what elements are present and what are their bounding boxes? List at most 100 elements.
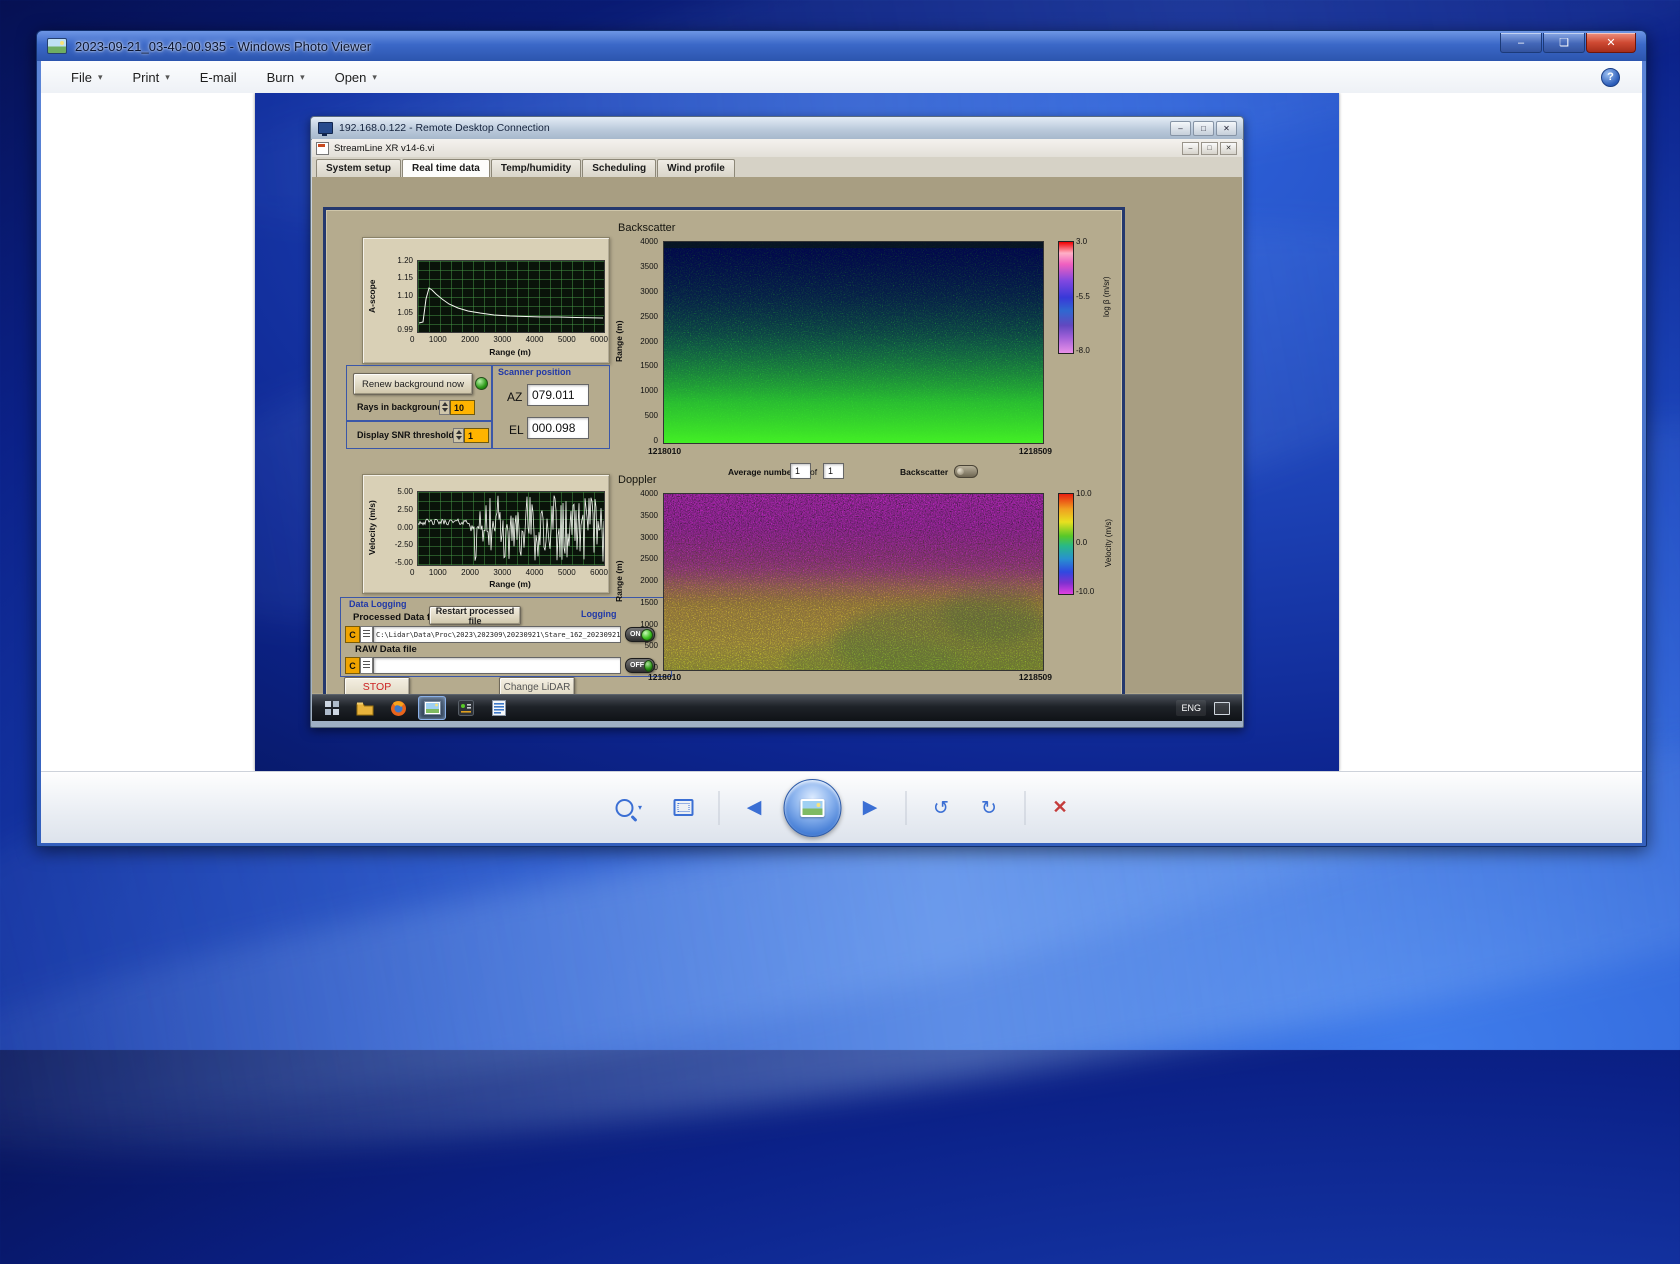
menu-print[interactable]: Print▾	[132, 70, 169, 85]
language-indicator[interactable]: ENG	[1176, 700, 1206, 716]
el-value[interactable]: 000.098	[527, 417, 589, 439]
close-button[interactable]: ✕	[1586, 33, 1636, 53]
doppler-colorbar-label: Velocity (m/s)	[1104, 493, 1113, 593]
raw-drive-box[interactable]: C	[345, 657, 360, 674]
play-slideshow-button[interactable]	[783, 779, 841, 837]
chevron-down-icon: ▾	[372, 72, 377, 83]
rdp-close-button[interactable]: ✕	[1216, 121, 1237, 136]
rdp-maximize-button[interactable]: □	[1193, 121, 1214, 136]
rotate-counterclockwise-button[interactable]: ↺	[922, 792, 960, 824]
backscatter-colorbar-label: log β (m/sr)	[1102, 241, 1111, 352]
rdp-window: 192.168.0.122 - Remote Desktop Connectio…	[310, 116, 1244, 728]
photo-viewer-taskbar-icon[interactable]	[418, 696, 446, 720]
delete-button[interactable]: ✕	[1041, 792, 1079, 824]
toolbar-separator	[1024, 791, 1025, 825]
doppler-y-ticks: 4000 3500 3000 2500 2000 1500 1000 500 0	[626, 489, 658, 672]
rdp-minimize-button[interactable]: –	[1170, 121, 1191, 136]
taskbar-grid-icon[interactable]	[319, 697, 345, 719]
menu-file[interactable]: File▾	[71, 70, 102, 85]
ascope-x-ticks: 0 1000 2000 3000 4000 5000 6000	[410, 335, 608, 344]
processed-path-field[interactable]: C:\Lidar\Data\Proc\2023\202309\20230921\…	[373, 626, 621, 643]
document-app-icon[interactable]	[486, 697, 512, 719]
folder-icon[interactable]	[352, 697, 378, 719]
slideshow-icon	[800, 799, 824, 817]
rays-spinner[interactable]	[439, 400, 450, 415]
average-number-value[interactable]: 1	[790, 463, 811, 479]
az-value[interactable]: 079.011	[527, 384, 589, 406]
snr-value[interactable]: 1	[464, 428, 489, 443]
snr-group: Display SNR threshold 1	[346, 421, 492, 449]
app-minimize-button[interactable]: –	[1182, 142, 1199, 155]
labview-vi-icon	[316, 142, 329, 155]
velocity-x-ticks: 0 1000 2000 3000 4000 5000 6000	[410, 568, 608, 577]
photo-viewer-titlebar[interactable]: 2023-09-21_03-40-00.935 - Windows Photo …	[37, 31, 1646, 61]
average-of-label: of	[810, 467, 817, 477]
photo-viewer-toolbar: ▾ ◀ ▶ ↺ ↻ ✕	[41, 771, 1642, 843]
display-tray-icon[interactable]	[1214, 702, 1230, 715]
chevron-down-icon: ▾	[165, 72, 170, 83]
snr-spinner[interactable]	[453, 428, 464, 443]
doppler-heatmap	[663, 493, 1044, 671]
next-button[interactable]: ▶	[851, 792, 889, 824]
menu-email[interactable]: E-mail	[200, 70, 237, 85]
backscatter-toggle[interactable]	[954, 465, 978, 478]
tab-system-setup[interactable]: System setup	[316, 159, 401, 177]
photo: 192.168.0.122 - Remote Desktop Connectio…	[255, 93, 1339, 771]
minimize-button[interactable]: –	[1500, 33, 1542, 53]
chevron-down-icon: ▾	[300, 72, 305, 83]
velocity-y-label: Velocity (m/s)	[367, 489, 377, 567]
tab-scheduling[interactable]: Scheduling	[582, 159, 656, 177]
maximize-button[interactable]: ❏	[1543, 33, 1585, 53]
actual-size-button[interactable]	[664, 792, 702, 824]
remote-desktop: StreamLine XR v14-6.vi – □ ✕ System setu…	[312, 139, 1242, 721]
velocity-graph: Velocity (m/s) 5.00 2.50 0.00 -2.50 -5.0…	[362, 474, 610, 594]
instrument-app-icon[interactable]	[453, 697, 479, 719]
actual-size-icon	[673, 799, 693, 816]
velocity-x-label: Range (m)	[417, 579, 603, 589]
backscatter-toggle-label: Backscatter	[900, 467, 948, 477]
help-icon[interactable]: ?	[1601, 68, 1620, 87]
scanner-position-group: Scanner position AZ 079.011 EL 000.098	[492, 365, 610, 449]
rays-in-background-label: Rays in background	[357, 402, 443, 412]
restart-processed-file-button[interactable]: Restart processed file	[429, 606, 521, 625]
rdp-titlebar[interactable]: 192.168.0.122 - Remote Desktop Connectio…	[311, 117, 1243, 140]
velocity-y-ticks: 5.00 2.50 0.00 -2.50 -5.00	[383, 487, 413, 567]
tab-temp-humidity[interactable]: Temp/humidity	[491, 159, 581, 177]
chevron-down-icon: ▾	[98, 72, 103, 83]
doppler-colorbar	[1058, 493, 1074, 595]
raw-path-field[interactable]	[373, 657, 621, 674]
previous-button[interactable]: ◀	[735, 792, 773, 824]
processed-browse-icon[interactable]	[360, 626, 373, 643]
backscatter-y-ticks: 4000 3500 3000 2500 2000 1500 1000 500 0	[626, 237, 658, 445]
backscatter-colorbar-ticks: 3.0 -5.5 -8.0	[1076, 237, 1102, 355]
zoom-button[interactable]: ▾	[604, 792, 654, 824]
rays-value[interactable]: 10	[450, 400, 475, 415]
app-close-button[interactable]: ✕	[1220, 142, 1237, 155]
rotate-clockwise-button[interactable]: ↻	[970, 792, 1008, 824]
raw-browse-icon[interactable]	[360, 657, 373, 674]
tab-wind-profile[interactable]: Wind profile	[657, 159, 735, 177]
renew-background-button[interactable]: Renew background now	[353, 373, 473, 395]
app-maximize-button[interactable]: □	[1201, 142, 1218, 155]
background-group: Renew background now Rays in background …	[346, 365, 492, 421]
ascope-plot	[417, 260, 605, 333]
photo-viewer-menubar: File▾ Print▾ E-mail Burn▾ Open▾ ?	[41, 61, 1642, 94]
tab-real-time-data[interactable]: Real time data	[402, 159, 490, 178]
ascope-y-label: A-scope	[367, 258, 377, 334]
menu-open[interactable]: Open▾	[335, 70, 377, 85]
doppler-range-label: Range (m)	[614, 493, 624, 669]
app-titlebar[interactable]: StreamLine XR v14-6.vi – □ ✕	[312, 139, 1242, 158]
average-total-value[interactable]: 1	[823, 463, 844, 479]
doppler-title: Doppler	[618, 474, 657, 486]
photo-viewer-window: 2023-09-21_03-40-00.935 - Windows Photo …	[36, 30, 1647, 847]
photo-viewer-app-icon	[47, 38, 67, 54]
el-label: EL	[509, 423, 524, 437]
ascope-x-label: Range (m)	[417, 347, 603, 357]
processed-drive-box[interactable]: C	[345, 626, 360, 643]
doppler-colorbar-ticks: 10.0 0.0 -10.0	[1076, 489, 1104, 596]
firefox-icon[interactable]	[385, 697, 411, 719]
backscatter-heatmap	[663, 241, 1044, 444]
menu-burn[interactable]: Burn▾	[267, 70, 305, 85]
scanner-position-title: Scanner position	[498, 367, 571, 377]
background-led	[475, 377, 488, 390]
